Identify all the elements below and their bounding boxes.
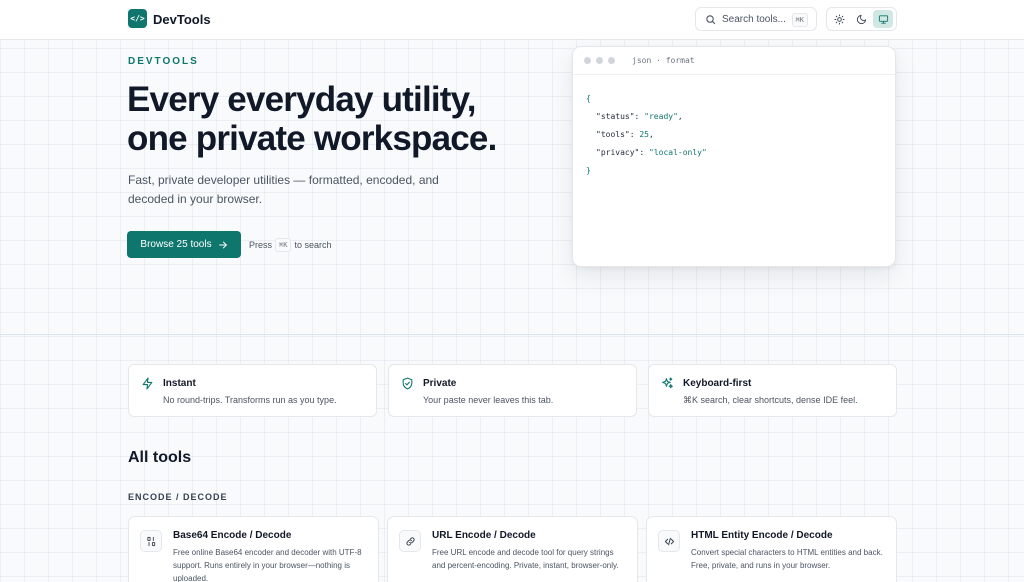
code-comma: , <box>677 112 683 121</box>
code-value: "local-only" <box>649 148 707 157</box>
code-value: 25 <box>639 130 649 139</box>
top-bar: </> DevTools Search tools... ⌘K <box>0 0 1024 40</box>
section-label-encode-decode: ENCODE / DECODE <box>128 492 228 502</box>
code-preview-tab: json · format <box>632 56 695 65</box>
hero-title: Every everyday utility, one private work… <box>127 80 547 158</box>
code-open-brace: { <box>586 94 591 103</box>
tool-desc: Free URL encode and decode tool for quer… <box>432 548 619 570</box>
feature-title: Private <box>423 378 457 389</box>
code-preview-body: { "status": "ready", "tools": 25, "priva… <box>573 75 895 180</box>
code-icon <box>658 530 680 552</box>
feature-title: Keyboard-first <box>683 378 752 389</box>
code-value: "ready" <box>644 112 678 121</box>
search-placeholder: Search tools... <box>722 13 786 25</box>
logo-icon[interactable]: </> <box>128 9 147 28</box>
code-key: "privacy" <box>596 148 640 157</box>
tool-card-html-entity[interactable]: HTML Entity Encode / Decode Convert spec… <box>646 516 897 582</box>
code-preview-header: json · format <box>573 47 895 75</box>
browse-tools-button[interactable]: Browse 25 tools <box>127 231 241 258</box>
dark-theme-button[interactable] <box>851 10 871 28</box>
code-line: "privacy": "local-only" <box>596 148 707 157</box>
press-hint: Press ⌘K to search <box>249 238 331 252</box>
tool-card-url[interactable]: URL Encode / Decode Free URL encode and … <box>387 516 638 582</box>
light-theme-button[interactable] <box>830 10 850 28</box>
feature-card-instant: Instant No round-trips. Transforms run a… <box>128 364 377 417</box>
browse-tools-label: Browse 25 tools <box>140 239 212 250</box>
search-shortcut-badge: ⌘K <box>791 13 808 27</box>
monitor-icon <box>878 14 888 24</box>
moon-icon <box>856 14 867 24</box>
search-icon <box>706 14 716 24</box>
press-hint-suffix: to search <box>294 240 332 250</box>
tool-title: URL Encode / Decode <box>432 530 536 541</box>
shield-check-icon <box>402 377 413 390</box>
system-theme-button[interactable] <box>873 10 894 28</box>
search-button[interactable]: Search tools... ⌘K <box>695 7 817 31</box>
hero-title-line-1: Every everyday utility, <box>127 80 476 119</box>
code-line: "status": "ready", <box>596 112 683 121</box>
hero-eyebrow: DEVTOOLS <box>128 56 199 67</box>
sparkles-icon <box>662 377 673 389</box>
tool-desc: Free online Base64 encoder and decoder w… <box>173 548 362 582</box>
window-dot-icon <box>596 57 603 64</box>
binary-icon <box>140 530 162 552</box>
tool-title: Base64 Encode / Decode <box>173 530 292 541</box>
feature-card-private: Private Your paste never leaves this tab… <box>388 364 637 417</box>
feature-desc: ⌘K search, clear shortcuts, dense IDE fe… <box>683 395 858 405</box>
theme-switcher <box>826 7 897 31</box>
window-dot-icon <box>584 57 591 64</box>
app-name[interactable]: DevTools <box>153 12 211 27</box>
hero-subtitle: Fast, private developer utilities — form… <box>128 173 439 206</box>
lightning-icon <box>142 377 153 390</box>
code-comma: , <box>649 130 654 139</box>
hero-divider <box>0 334 1024 335</box>
all-tools-heading: All tools <box>128 449 192 466</box>
press-hint-key: ⌘K <box>275 238 292 252</box>
feature-title: Instant <box>163 378 196 389</box>
tool-card-base64[interactable]: Base64 Encode / Decode Free online Base6… <box>128 516 379 582</box>
tool-title: HTML Entity Encode / Decode <box>691 530 833 541</box>
window-dot-icon <box>608 57 615 64</box>
link-icon <box>399 530 421 552</box>
sun-icon <box>834 13 845 25</box>
arrow-right-icon <box>218 241 227 248</box>
feature-desc: Your paste never leaves this tab. <box>423 395 554 405</box>
feature-desc: No round-trips. Transforms run as you ty… <box>163 395 337 405</box>
code-line: "tools": 25, <box>596 130 654 139</box>
hero-title-line-2: one private workspace. <box>127 119 497 158</box>
tool-desc: Convert special characters to HTML entit… <box>691 548 883 570</box>
press-hint-prefix: Press <box>249 240 273 250</box>
code-preview-window: json · format { "status": "ready", "tool… <box>572 46 896 267</box>
code-key: "status" <box>596 112 635 121</box>
code-close-brace: } <box>586 166 591 175</box>
feature-card-keyboard: Keyboard-first ⌘K search, clear shortcut… <box>648 364 897 417</box>
code-key: "tools" <box>596 130 630 139</box>
